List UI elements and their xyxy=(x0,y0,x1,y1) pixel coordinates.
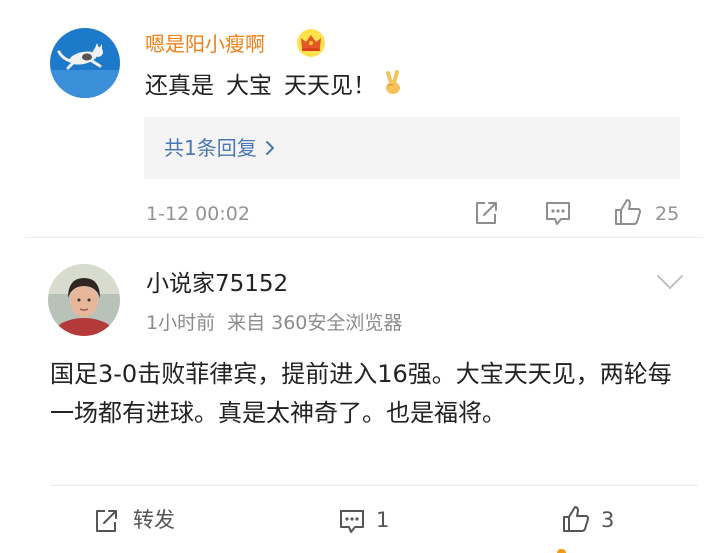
comment-1-text-part: 大宝 xyxy=(226,73,272,99)
comment-1-text-part: 天天见！ xyxy=(284,73,376,99)
chevron-right-icon xyxy=(265,134,275,162)
comment-2-meta: 1小时前 来自 360安全浏览器 xyxy=(146,310,402,336)
comment-2-author[interactable]: 小说家75152 xyxy=(146,268,288,300)
comment-1-like-count: 25 xyxy=(655,203,680,225)
divider xyxy=(25,237,703,238)
comment-2-avatar[interactable] xyxy=(48,264,120,336)
comment-1-timestamp: 1-12 00:02 xyxy=(146,203,250,225)
comment-2-time: 1小时前 xyxy=(146,312,216,334)
comment-1-text: 还真是 大宝 天天见！ xyxy=(145,70,406,102)
like-icon[interactable] xyxy=(612,196,644,228)
share-icon[interactable] xyxy=(92,507,120,535)
comment-icon[interactable] xyxy=(338,507,366,535)
chevron-down-icon[interactable] xyxy=(655,272,685,292)
comment-1-text-part: 还真是 xyxy=(145,73,214,99)
reply-link[interactable]: 共1条回复 xyxy=(164,134,275,162)
comment-2-body: 国足3-0击败菲律宾，提前进入16强。大宝天天见，两轮每一场都有进球。真是太神奇… xyxy=(50,360,672,427)
comment-2-source: 来自 360安全浏览器 xyxy=(227,312,403,334)
like-icon[interactable] xyxy=(560,503,592,535)
reply-link-label[interactable]: 共1条回复 xyxy=(164,136,257,160)
crown-icon xyxy=(296,28,326,58)
comment-1-avatar[interactable] xyxy=(50,28,120,98)
share-button-label[interactable]: 转发 xyxy=(133,505,175,535)
comment-icon[interactable] xyxy=(544,199,572,227)
reply-summary-box[interactable]: 共1条回复 xyxy=(144,117,680,179)
comment-2-like-count[interactable]: 3 xyxy=(601,505,614,535)
divider xyxy=(50,485,698,486)
share-icon[interactable] xyxy=(472,199,500,227)
victory-hand-icon xyxy=(380,70,406,96)
partial-badge xyxy=(557,549,566,553)
comment-1-author[interactable]: 嗯是阳小瘦啊 xyxy=(145,31,265,57)
comment-2-comment-count[interactable]: 1 xyxy=(376,505,389,535)
